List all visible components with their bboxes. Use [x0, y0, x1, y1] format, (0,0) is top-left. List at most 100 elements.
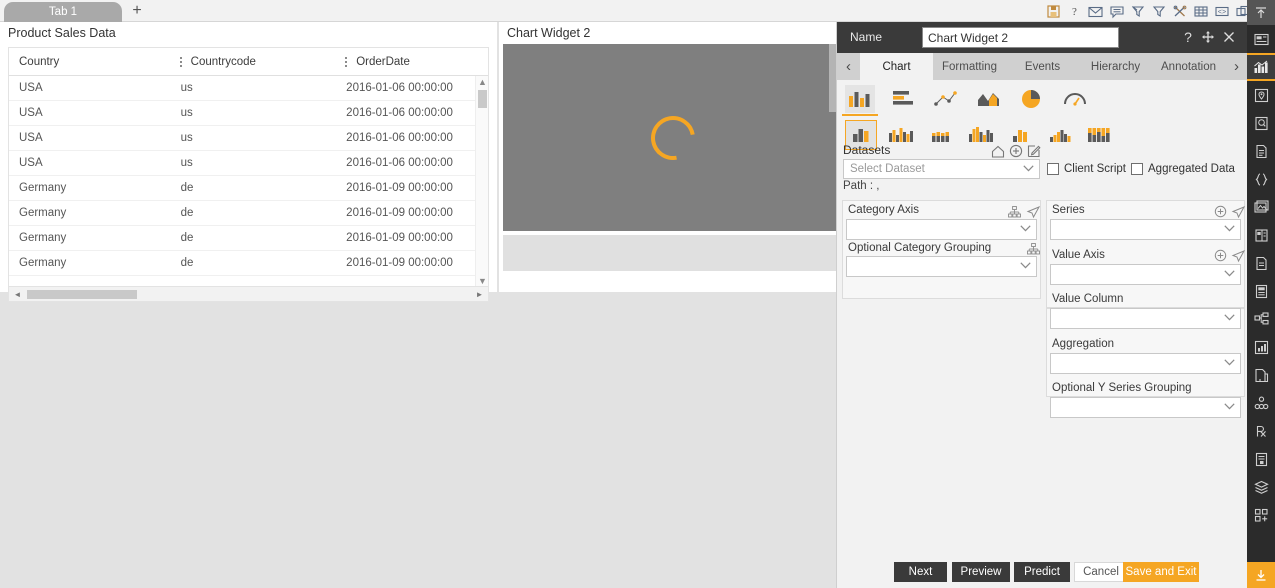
layers-icon[interactable] — [1247, 473, 1275, 501]
document-icon[interactable] — [1247, 137, 1275, 165]
form-icon[interactable] — [1247, 221, 1275, 249]
cube-icon[interactable] — [1247, 389, 1275, 417]
hierarchy-icon[interactable] — [1007, 204, 1022, 219]
column-menu-icon[interactable] — [175, 56, 187, 67]
column-multi-icon[interactable] — [1045, 120, 1077, 150]
next-button[interactable]: Next — [894, 562, 947, 582]
save-icon[interactable] — [1044, 2, 1063, 21]
optional-y-series-grouping-input[interactable] — [1050, 397, 1241, 418]
scroll-left-icon[interactable]: ◄ — [13, 290, 22, 299]
prescription-icon[interactable] — [1247, 417, 1275, 445]
predict-button[interactable]: Predict — [1014, 562, 1070, 582]
home-icon[interactable] — [990, 143, 1006, 159]
hierarchy-icon[interactable] — [1026, 241, 1041, 256]
aggregated-data-checkbox-group[interactable]: Aggregated Data — [1131, 163, 1235, 175]
tab-annotation[interactable]: Annotation — [1152, 53, 1225, 80]
add-tab-button[interactable]: + — [128, 2, 146, 20]
tab-1[interactable]: Tab 1 — [4, 2, 122, 22]
tab-hierarchy[interactable]: Hierarchy — [1079, 53, 1152, 80]
json-icon[interactable] — [1247, 165, 1275, 193]
help-icon[interactable]: ? — [1065, 2, 1084, 21]
column-header-country[interactable]: Country — [9, 48, 175, 76]
horizontal-scroll-thumb[interactable] — [27, 290, 137, 299]
scatter-chart-icon[interactable] — [931, 85, 961, 113]
column-chart-icon[interactable] — [842, 85, 878, 116]
series-input[interactable] — [1050, 219, 1241, 240]
page-icon[interactable] — [1247, 249, 1275, 277]
product-sales-grid[interactable]: Country Countrycode OrderDate USA us 201… — [8, 47, 489, 287]
map-icon[interactable] — [1247, 81, 1275, 109]
value-axis-input[interactable] — [1050, 264, 1241, 285]
chart-icon[interactable] — [1247, 53, 1275, 81]
tab-next-button[interactable]: › — [1225, 53, 1248, 80]
client-script-checkbox[interactable] — [1047, 163, 1059, 175]
table-row[interactable]: USA us 2016-01-06 00:00:00 — [9, 151, 488, 176]
widget-icon[interactable] — [1247, 25, 1275, 53]
scroll-up-icon[interactable]: ▲ — [478, 78, 487, 87]
edit-dataset-icon[interactable] — [1026, 143, 1042, 159]
dataset-select[interactable]: Select Dataset — [843, 159, 1040, 179]
add-icon[interactable] — [1213, 204, 1228, 219]
pie-chart-icon[interactable] — [1017, 85, 1047, 113]
category-axis-input[interactable] — [846, 219, 1037, 240]
scroll-down-icon[interactable]: ▼ — [478, 277, 487, 286]
hierarchy-icon[interactable] — [1247, 305, 1275, 333]
note-icon[interactable] — [1247, 277, 1275, 305]
save-and-exit-button[interactable]: Save and Exit — [1123, 562, 1199, 582]
add-component-icon[interactable] — [1247, 501, 1275, 529]
product-sales-widget[interactable]: Product Sales Data Country Countrycode O… — [0, 22, 497, 302]
tab-events[interactable]: Events — [1006, 53, 1079, 80]
table-icon[interactable] — [1191, 2, 1210, 21]
vertical-scroll-thumb[interactable] — [478, 90, 487, 108]
column-header-orderdate[interactable]: OrderDate — [340, 48, 488, 76]
table-row[interactable]: Germany de 2016-01-09 00:00:00 — [9, 226, 488, 251]
aggregated-data-checkbox[interactable] — [1131, 163, 1143, 175]
image-icon[interactable] — [1247, 193, 1275, 221]
collapse-up-icon[interactable] — [1247, 0, 1275, 25]
filter-icon[interactable] — [1149, 2, 1168, 21]
send-icon[interactable] — [1231, 248, 1246, 263]
comment-icon[interactable] — [1107, 2, 1126, 21]
tab-prev-button[interactable]: ‹ — [837, 53, 860, 80]
tab-formatting[interactable]: Formatting — [933, 53, 1006, 80]
send-icon[interactable] — [1026, 204, 1041, 219]
mail-icon[interactable] — [1086, 2, 1105, 21]
grid-vertical-scrollbar[interactable]: ▲ ▼ — [475, 76, 488, 286]
grid-horizontal-scrollbar[interactable]: ◄ ► — [8, 287, 489, 302]
cancel-button[interactable]: Cancel — [1074, 562, 1128, 582]
table-row[interactable]: Germany de 2016-01-09 00:00:00 — [9, 251, 488, 276]
preview-button[interactable]: Preview — [952, 562, 1010, 582]
area-chart-icon[interactable] — [974, 85, 1004, 113]
analytics-icon[interactable] — [1247, 333, 1275, 361]
clear-filter-icon[interactable] — [1128, 2, 1147, 21]
aggregation-input[interactable] — [1050, 353, 1241, 374]
close-icon[interactable] — [1220, 28, 1238, 46]
optional-category-grouping-input[interactable] — [846, 256, 1037, 277]
table-row[interactable]: Germany de 2016-01-09 00:00:00 — [9, 201, 488, 226]
column-menu-icon[interactable] — [340, 56, 352, 67]
code-icon[interactable]: <> — [1212, 2, 1231, 21]
report-icon[interactable] — [1247, 109, 1275, 137]
file-copy-icon[interactable] — [1247, 361, 1275, 389]
help-icon[interactable]: ? — [1179, 28, 1197, 46]
column-full-icon[interactable] — [1085, 120, 1117, 150]
tab-chart[interactable]: Chart — [860, 53, 933, 80]
script-icon[interactable] — [1247, 445, 1275, 473]
table-row[interactable]: Germany de 2016-01-09 00:00:00 — [9, 176, 488, 201]
send-icon[interactable] — [1231, 204, 1246, 219]
value-column-input[interactable] — [1050, 308, 1241, 329]
tools-icon[interactable] — [1170, 2, 1189, 21]
add-icon[interactable] — [1213, 248, 1228, 263]
scroll-right-icon[interactable]: ► — [475, 290, 484, 299]
gauge-chart-icon[interactable] — [1060, 85, 1090, 113]
table-row[interactable]: USA us 2016-01-06 00:00:00 — [9, 126, 488, 151]
column-stacked-icon[interactable] — [925, 120, 957, 150]
bar-chart-icon[interactable] — [888, 85, 918, 113]
table-row[interactable]: USA us 2016-01-06 00:00:00 — [9, 76, 488, 101]
move-icon[interactable] — [1199, 28, 1217, 46]
add-dataset-icon[interactable] — [1008, 143, 1024, 159]
column-header-countrycode[interactable]: Countrycode — [175, 48, 341, 76]
table-row[interactable]: USA us 2016-01-06 00:00:00 — [9, 101, 488, 126]
chart-widget-2[interactable]: Chart Widget 2 — [499, 22, 843, 292]
widget-name-input[interactable] — [922, 27, 1119, 48]
